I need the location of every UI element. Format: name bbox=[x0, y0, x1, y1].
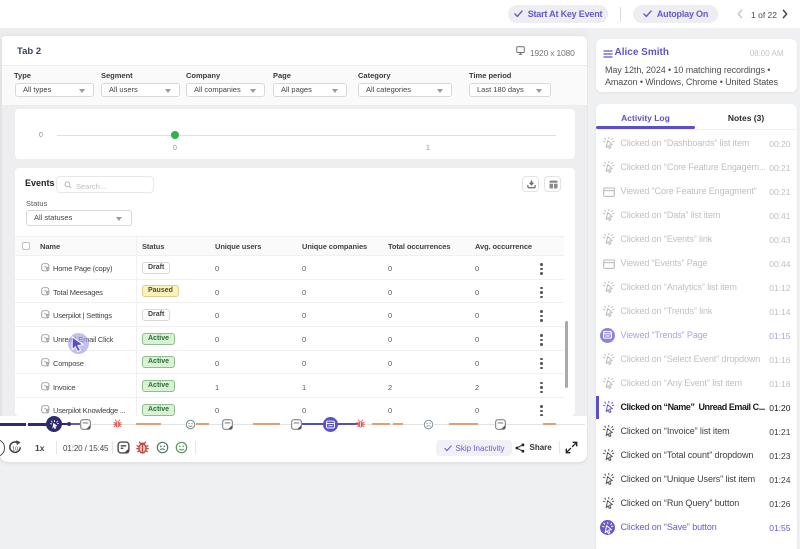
svg-text:10: 10 bbox=[12, 447, 18, 453]
